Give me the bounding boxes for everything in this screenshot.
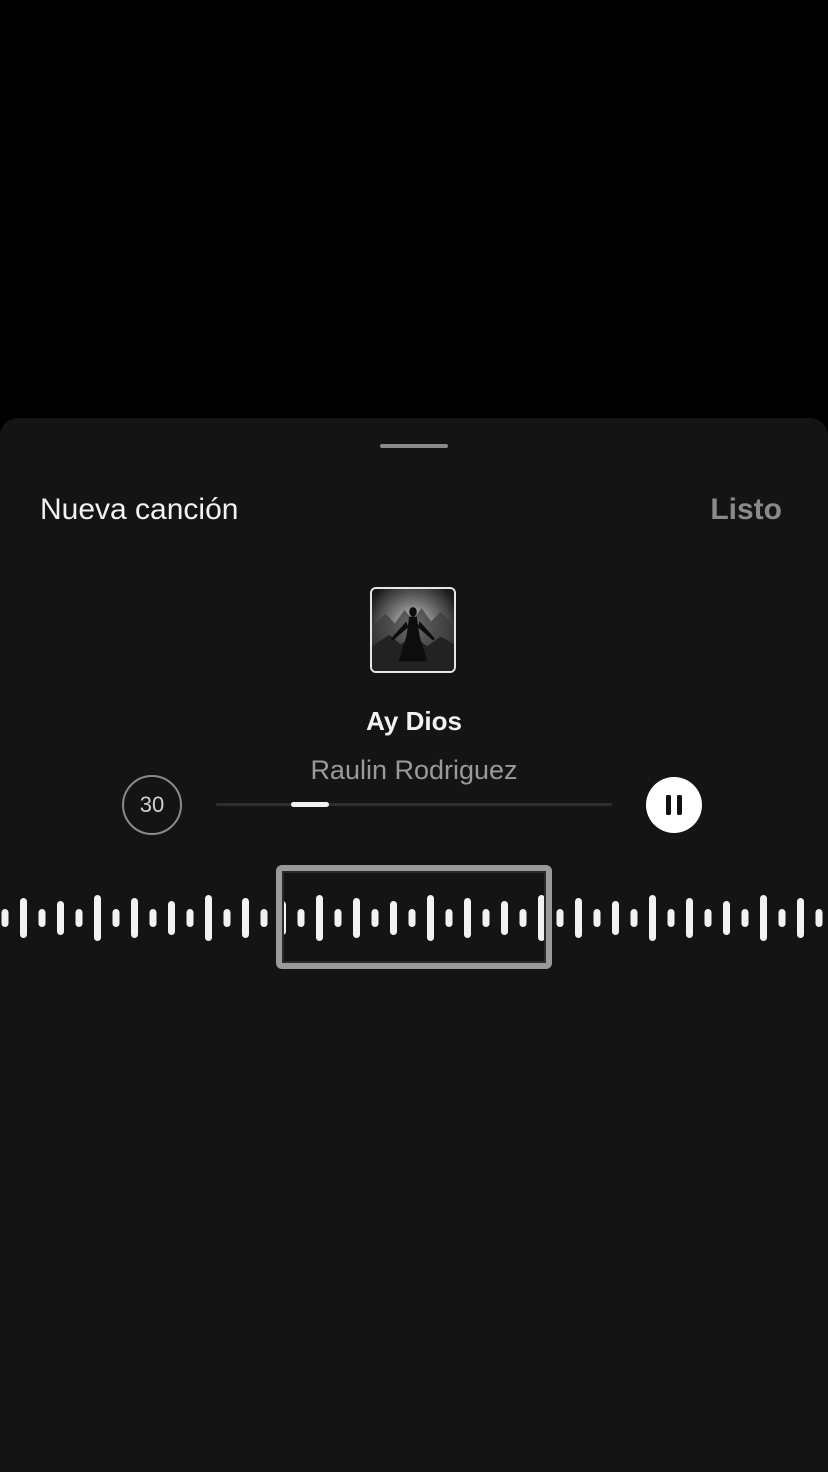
waveform-bar xyxy=(797,898,804,938)
album-cover-image xyxy=(370,587,456,673)
pause-icon xyxy=(666,795,682,815)
waveform-bar xyxy=(556,909,564,927)
clip-duration-button[interactable]: 30 xyxy=(122,775,182,835)
artist-name: Raulin Rodriguez xyxy=(310,755,518,785)
waveform-bar xyxy=(704,909,712,927)
waveform-bar xyxy=(778,909,786,927)
clip-selection-window[interactable] xyxy=(276,865,552,969)
waveform-bar xyxy=(815,909,823,927)
waveform-bar xyxy=(149,909,157,927)
waveform-bar xyxy=(38,909,46,927)
waveform-bar xyxy=(630,909,638,927)
waveform-bar xyxy=(168,901,175,935)
waveform-bar xyxy=(1,909,9,927)
waveform-bar xyxy=(260,909,268,927)
waveform-bar xyxy=(649,895,656,941)
waveform-bar xyxy=(723,901,730,935)
waveform-bar xyxy=(242,898,249,938)
waveform-bar xyxy=(205,895,212,941)
pause-button[interactable] xyxy=(646,777,702,833)
playback-progress-track[interactable] xyxy=(216,802,612,807)
song-title: Ay Dios xyxy=(366,706,462,736)
waveform-bar xyxy=(593,909,601,927)
waveform-bar xyxy=(57,901,64,935)
waveform-bar xyxy=(575,898,582,938)
waveform-bar xyxy=(760,895,767,941)
waveform-bar xyxy=(223,909,231,927)
waveform-bar xyxy=(75,909,83,927)
waveform-bar xyxy=(131,898,138,938)
waveform-bar xyxy=(612,901,619,935)
sheet-title: Nueva canción xyxy=(40,493,239,526)
screen: Nueva canción Listo Ay Dios Raulin Rodri… xyxy=(0,0,828,1472)
done-button[interactable]: Listo xyxy=(710,490,782,530)
waveform-bar xyxy=(20,898,27,938)
song-picker-sheet: Nueva canción Listo Ay Dios Raulin Rodri… xyxy=(0,418,828,1472)
waveform-bar xyxy=(94,895,101,941)
waveform-bar xyxy=(112,909,120,927)
waveform-bar xyxy=(186,909,194,927)
waveform-bar xyxy=(667,909,675,927)
waveform-bar xyxy=(686,898,693,938)
waveform-bar xyxy=(741,909,749,927)
sheet-drag-handle[interactable] xyxy=(380,444,448,448)
playback-progress-fill xyxy=(291,802,330,807)
